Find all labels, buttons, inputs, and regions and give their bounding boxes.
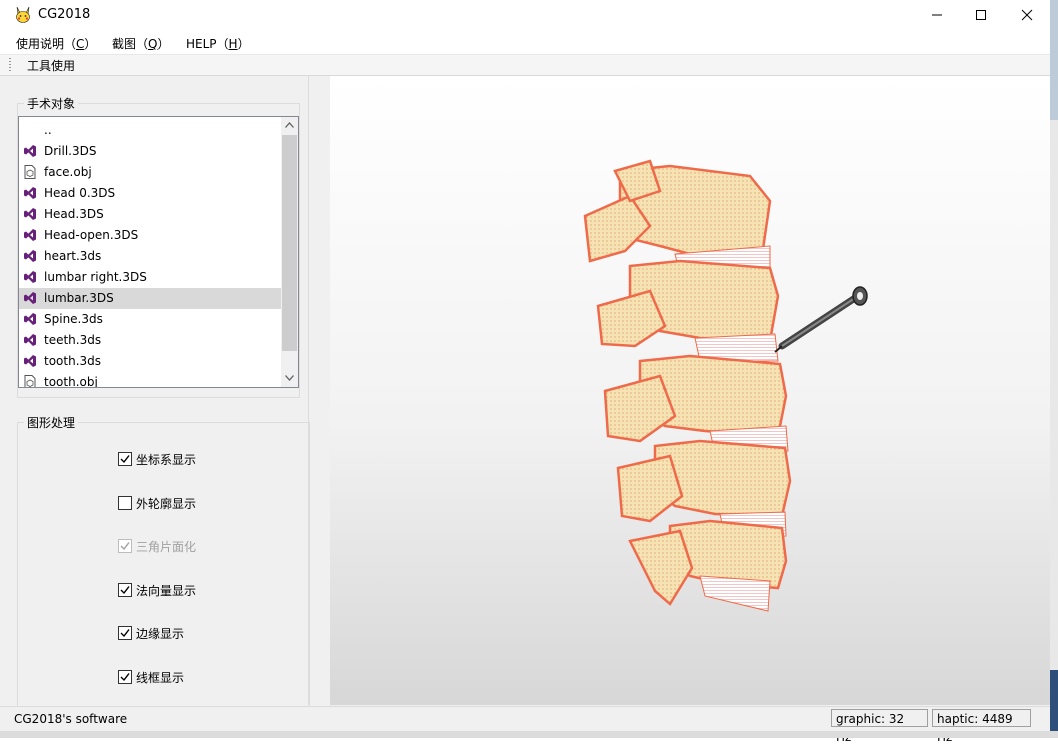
file-name: tooth.3ds xyxy=(44,354,102,368)
menu-instructions[interactable]: 使用说明（C） xyxy=(16,35,96,52)
file-list-item[interactable]: lumbar right.3DS xyxy=(19,267,281,288)
file-list[interactable]: tooth.obj tooth.3ds teeth.3ds Spine.3ds lumb… xyxy=(18,116,299,388)
menu-help-label: HELP xyxy=(186,37,217,51)
vertebra-l4 xyxy=(616,439,792,523)
menu-bar: 使用说明（C） 截图（Q） HELP（H） xyxy=(0,30,1050,55)
checkbox-empty-icon[interactable] xyxy=(118,496,132,510)
option-label: 线框显示 xyxy=(136,671,185,685)
minimize-icon xyxy=(932,14,942,16)
close-button[interactable] xyxy=(1004,0,1050,30)
file-name: Head.3DS xyxy=(44,207,104,221)
file-list-item[interactable]: teeth.3ds xyxy=(19,330,281,351)
file-name: lumbar.3DS xyxy=(44,291,114,305)
close-icon xyxy=(1021,9,1033,21)
visual-studio-icon xyxy=(23,144,37,158)
file-list-item[interactable]: Head 0.3DS xyxy=(19,183,281,204)
file-name: teeth.3ds xyxy=(44,333,102,347)
status-bar: CG2018's software graphic: 32 Hz haptic:… xyxy=(0,706,1050,744)
visual-studio-icon xyxy=(23,207,37,221)
visual-studio-icon xyxy=(23,228,37,242)
file-list-item[interactable]: face.obj xyxy=(19,162,281,183)
option-label: 坐标系显示 xyxy=(136,453,197,467)
visual-studio-icon xyxy=(23,249,37,263)
visual-studio-icon xyxy=(23,291,37,305)
checkbox-checked-icon[interactable] xyxy=(118,583,132,597)
visual-studio-icon xyxy=(23,312,37,326)
file-list-item[interactable]: Head-open.3DS xyxy=(19,225,281,246)
file-list-item[interactable]: Head.3DS xyxy=(19,204,281,225)
title-bar[interactable]: CG2018 xyxy=(0,0,1050,30)
file-list-item[interactable]: Drill.3DS xyxy=(19,141,281,162)
checkbox-checked-icon xyxy=(118,539,132,553)
menu-screenshot-key: Q xyxy=(148,37,158,51)
toolbar: 工具使用 xyxy=(0,55,1050,76)
drill-tool xyxy=(774,286,868,353)
visual-studio-icon xyxy=(23,270,37,284)
minimize-button[interactable] xyxy=(914,0,960,30)
vertebra-l1 xyxy=(583,159,772,263)
taskbar-edge xyxy=(0,731,1058,738)
visual-studio-icon xyxy=(23,333,37,347)
option-label: 法向量显示 xyxy=(136,584,197,598)
desktop-strip-bottom xyxy=(1050,670,1058,738)
vertebra-l5 xyxy=(628,519,788,612)
file-name: face.obj xyxy=(44,165,92,179)
option-label: 外轮廓显示 xyxy=(136,497,197,511)
chevron-down-icon xyxy=(285,375,294,381)
file-list-item[interactable]: tooth.obj xyxy=(19,372,281,388)
option-label: 边缘显示 xyxy=(136,627,185,641)
vertebra-l2 xyxy=(596,259,780,348)
window-title: CG2018 xyxy=(38,7,91,22)
file-name: Head 0.3DS xyxy=(44,186,116,200)
haptic-rate: haptic: 4489 Hz xyxy=(932,709,1031,744)
file-name: Spine.3ds xyxy=(44,312,103,326)
status-text: CG2018's software xyxy=(14,712,128,726)
3d-viewport[interactable] xyxy=(330,76,1050,705)
checkbox-checked-icon[interactable] xyxy=(118,452,132,466)
surgery-object-title: 手术对象 xyxy=(24,95,79,112)
pikachu-app-icon xyxy=(16,6,30,23)
file-icon xyxy=(23,165,37,179)
file-name: lumbar right.3DS xyxy=(44,270,147,284)
checkbox-checked-icon[interactable] xyxy=(118,626,132,640)
file-name: Head-open.3DS xyxy=(44,228,139,242)
tools-button[interactable]: 工具使用 xyxy=(27,57,75,74)
file-list-item[interactable]: tooth.3ds xyxy=(19,351,281,372)
desktop-background xyxy=(1050,0,1058,738)
file-name: Drill.3DS xyxy=(44,144,97,158)
menu-screenshot[interactable]: 截图（Q） xyxy=(112,35,170,52)
chevron-up-icon xyxy=(285,122,294,128)
visual-studio-icon xyxy=(23,186,37,200)
menu-screenshot-label: 截图 xyxy=(112,37,137,51)
file-name: heart.3ds xyxy=(44,249,102,263)
toolbar-grip[interactable] xyxy=(9,58,11,72)
menu-help-key: H xyxy=(228,37,238,51)
spine-model-render xyxy=(583,159,868,612)
menu-instructions-label: 使用说明 xyxy=(16,37,65,51)
file-list-item[interactable]: lumbar.3DS xyxy=(19,288,281,309)
scroll-thumb[interactable] xyxy=(282,135,297,351)
app-window: CG2018 使用说明（C） 截图（Q） HELP（H） 工具使用 手术对象 t… xyxy=(0,0,1051,744)
file-icon xyxy=(23,375,37,387)
file-list-item[interactable]: Spine.3ds xyxy=(19,309,281,330)
maximize-button[interactable] xyxy=(958,0,1004,30)
desktop-strip-top xyxy=(1050,0,1058,120)
menu-instructions-key: C xyxy=(76,37,85,51)
file-list-item[interactable]: .. xyxy=(19,120,281,141)
graphics-processing-title: 图形处理 xyxy=(24,414,79,431)
graphic-rate: graphic: 32 Hz xyxy=(831,709,928,744)
file-name: .. xyxy=(44,123,52,137)
scroll-down-button[interactable] xyxy=(281,370,298,387)
maximize-icon xyxy=(976,10,986,20)
scroll-up-button[interactable] xyxy=(281,117,298,134)
checkbox-checked-icon[interactable] xyxy=(118,670,132,684)
file-name: tooth.obj xyxy=(44,375,98,388)
option-label: 三角片面化 xyxy=(136,540,197,554)
file-list-scrollbar[interactable] xyxy=(281,117,298,387)
visual-studio-icon xyxy=(23,354,37,368)
menu-help[interactable]: HELP（H） xyxy=(186,35,250,52)
file-list-item[interactable]: heart.3ds xyxy=(19,246,281,267)
